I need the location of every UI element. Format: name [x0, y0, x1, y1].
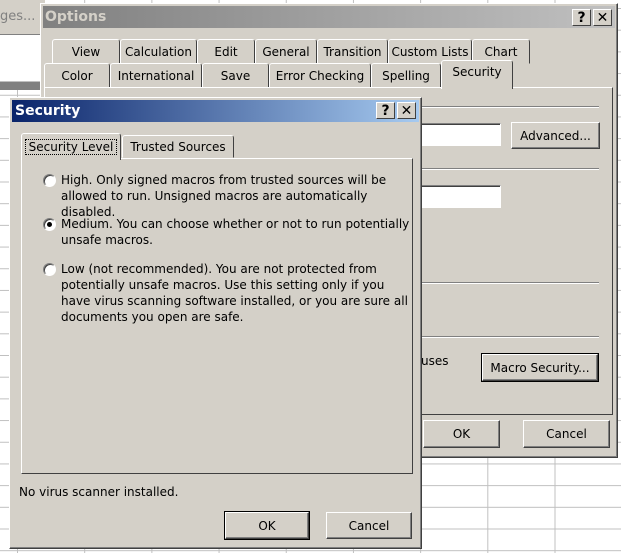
help-button[interactable]: ? [572, 9, 591, 26]
close-button[interactable]: ✕ [397, 102, 416, 119]
tab-edit[interactable]: Edit [197, 39, 255, 64]
macro-security-description: uses [421, 354, 449, 368]
radio-high[interactable] [43, 174, 56, 187]
options-cancel-button[interactable]: Cancel [523, 420, 610, 448]
tab-color[interactable]: Color [44, 63, 110, 88]
password-to-modify-field[interactable] [415, 185, 501, 208]
macro-security-button[interactable]: Macro Security... [481, 353, 599, 382]
options-title-bar: Options ? ✕ [43, 6, 615, 28]
radio-medium-label[interactable]: Medium. You can choose whether or not to… [61, 216, 416, 248]
close-button[interactable]: ✕ [593, 9, 612, 26]
tab-transition[interactable]: Transition [317, 39, 388, 64]
separator [415, 282, 599, 284]
radio-low[interactable] [43, 263, 56, 276]
advanced-button[interactable]: Advanced... [511, 122, 600, 149]
options-title: Options [45, 9, 107, 25]
tab-spelling[interactable]: Spelling [371, 63, 441, 88]
tab-calculation[interactable]: Calculation [120, 39, 197, 64]
tab-general[interactable]: General [255, 39, 317, 64]
security-title-bar: Security ? ✕ [12, 100, 419, 122]
radio-high-label[interactable]: High. Only signed macros from trusted so… [61, 172, 416, 220]
separator [415, 336, 599, 338]
virus-scanner-status: No virus scanner installed. [19, 485, 179, 499]
password-to-open-field[interactable] [415, 123, 501, 146]
security-cancel-button[interactable]: Cancel [326, 512, 412, 539]
security-dialog: Security ? ✕ Security Level Trusted Sour… [9, 97, 422, 549]
tab-international[interactable]: International [110, 63, 202, 88]
tab-security[interactable]: Security [441, 60, 513, 89]
tab-view[interactable]: View [52, 39, 120, 64]
tab-save[interactable]: Save [202, 63, 269, 88]
tab-security-level[interactable]: Security Level [21, 133, 121, 160]
security-title: Security [15, 103, 81, 119]
excel-bar [0, 82, 45, 90]
options-ok-button[interactable]: OK [423, 420, 500, 448]
help-button[interactable]: ? [376, 102, 395, 119]
security-ok-button[interactable]: OK [224, 511, 310, 540]
separator [415, 106, 599, 108]
radio-medium[interactable] [43, 218, 56, 231]
radio-low-label[interactable]: Low (not recommended). You are not prote… [61, 261, 416, 325]
security-level-panel: High. Only signed macros from trusted so… [21, 158, 413, 474]
excel-formula-area [0, 35, 45, 82]
tab-trusted-sources[interactable]: Trusted Sources [122, 135, 234, 158]
tab-error-checking[interactable]: Error Checking [269, 63, 371, 88]
excel-toolbar-text: ges... | [0, 9, 44, 24]
separator [415, 168, 599, 170]
